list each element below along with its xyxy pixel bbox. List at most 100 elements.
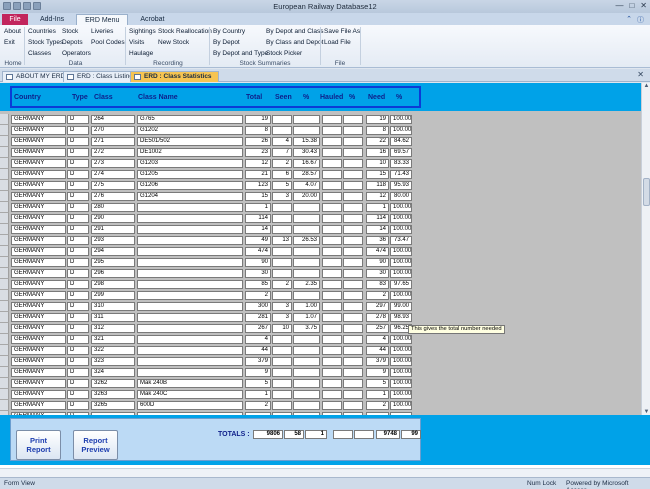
record-selector[interactable] [0, 158, 9, 169]
cell-seen[interactable] [272, 357, 292, 366]
cell-class-name[interactable] [137, 247, 243, 256]
cell-seen[interactable] [272, 368, 292, 377]
cell-need-pct[interactable]: 100.00 [390, 126, 412, 135]
scroll-thumb[interactable] [643, 178, 650, 206]
cell-need-pct[interactable]: 80.00 [390, 192, 412, 201]
cell-seen[interactable] [272, 214, 292, 223]
cell-country[interactable]: GERMANY [11, 225, 66, 234]
cell-class-name[interactable] [137, 269, 243, 278]
cell-class[interactable]: 290 [91, 214, 135, 223]
cell-country[interactable]: GERMANY [11, 357, 66, 366]
horizontal-scrollbar[interactable] [0, 468, 650, 477]
cell-type[interactable]: D [67, 170, 89, 179]
cell-total[interactable]: 21 [245, 170, 271, 179]
cell-hauled[interactable] [322, 401, 342, 410]
cell-seen[interactable]: 5 [272, 181, 292, 190]
cell-total[interactable]: 2 [245, 291, 271, 300]
cell-need[interactable]: 90 [366, 258, 389, 267]
cell-seen-pct[interactable] [293, 225, 320, 234]
cell-hauled-pct[interactable] [343, 247, 363, 256]
cell-need-pct[interactable]: 100.00 [390, 335, 412, 344]
cell-hauled[interactable] [322, 236, 342, 245]
cell-class-name[interactable] [137, 214, 243, 223]
cell-class-name[interactable]: DE1002 [137, 148, 243, 157]
cell-hauled[interactable] [322, 302, 342, 311]
cell-country[interactable]: GERMANY [11, 291, 66, 300]
cell-hauled[interactable] [322, 269, 342, 278]
cell-type[interactable]: D [67, 269, 89, 278]
doc-tab-class-listing[interactable]: ERD : Class Listing [63, 71, 140, 82]
cell-type[interactable]: D [67, 203, 89, 212]
cell-country[interactable]: GERMANY [11, 247, 66, 256]
record-selector[interactable] [0, 180, 9, 191]
cell-hauled[interactable] [322, 159, 342, 168]
cell-need-pct[interactable]: 97.65 [390, 280, 412, 289]
record-selector[interactable] [0, 114, 9, 125]
cell-seen-pct[interactable] [293, 269, 320, 278]
cell-class-name[interactable] [137, 357, 243, 366]
cell-class-name[interactable] [137, 291, 243, 300]
cell-hauled-pct[interactable] [343, 137, 363, 146]
cell-need[interactable]: 1 [366, 203, 389, 212]
cell-total[interactable]: 85 [245, 280, 271, 289]
cell-country[interactable]: GERMANY [11, 236, 66, 245]
record-selector[interactable] [0, 257, 9, 268]
cell-hauled[interactable] [322, 137, 342, 146]
cell-need-pct[interactable]: 100.00 [390, 291, 412, 300]
cell-need[interactable]: 297 [366, 302, 389, 311]
by-country-button[interactable]: By Country [213, 28, 245, 35]
record-selector[interactable] [0, 125, 9, 136]
cell-seen-pct[interactable]: 3.75 [293, 324, 320, 333]
tab-erd-menu[interactable]: ERD Menu [76, 14, 129, 25]
cell-need[interactable]: 474 [366, 247, 389, 256]
cell-seen[interactable] [272, 401, 292, 410]
cell-seen[interactable]: 3 [272, 192, 292, 201]
cell-hauled[interactable] [322, 335, 342, 344]
cell-class[interactable]: 264 [91, 115, 135, 124]
cell-seen-pct[interactable] [293, 126, 320, 135]
cell-need-pct[interactable]: 100.00 [390, 401, 412, 410]
cell-country[interactable]: GERMANY [11, 214, 66, 223]
cell-class[interactable]: 298 [91, 280, 135, 289]
doc-tab-class-statistics[interactable]: ERD : Class Statistics [130, 71, 219, 82]
cell-hauled-pct[interactable] [343, 401, 363, 410]
record-selector[interactable] [0, 356, 9, 367]
cell-total[interactable]: 281 [245, 313, 271, 322]
cell-hauled-pct[interactable] [343, 313, 363, 322]
record-selector[interactable] [0, 279, 9, 290]
load-file-button[interactable]: Load File [324, 39, 351, 46]
tab-add-ins[interactable]: Add-Ins [32, 14, 72, 25]
cell-type[interactable]: D [67, 324, 89, 333]
cell-hauled-pct[interactable] [343, 225, 363, 234]
cell-total[interactable]: 49 [245, 236, 271, 245]
cell-country[interactable]: GERMANY [11, 159, 66, 168]
cell-need-pct[interactable]: 100.00 [390, 225, 412, 234]
cell-type[interactable]: D [67, 291, 89, 300]
about-button[interactable]: About [4, 28, 21, 35]
stock-button[interactable]: Stock [62, 28, 78, 35]
cell-country[interactable]: GERMANY [11, 346, 66, 355]
cell-hauled[interactable] [322, 192, 342, 201]
record-selector[interactable] [0, 202, 9, 213]
scroll-up-icon[interactable]: ▲ [642, 83, 650, 89]
cell-type[interactable]: D [67, 390, 89, 399]
cell-seen[interactable] [272, 203, 292, 212]
cell-need-pct[interactable]: 100.00 [390, 357, 412, 366]
record-selector[interactable] [0, 290, 9, 301]
cell-class-name[interactable] [137, 368, 243, 377]
new-stock-button[interactable]: New Stock [158, 39, 189, 46]
by-depot-and-type-button[interactable]: By Depot and Type [213, 50, 268, 57]
cell-class-name[interactable] [137, 280, 243, 289]
cell-need[interactable]: 2 [366, 291, 389, 300]
cell-country[interactable]: GERMANY [11, 258, 66, 267]
record-selector[interactable] [0, 345, 9, 356]
cell-class[interactable]: 273 [91, 159, 135, 168]
close-icon[interactable]: ✕ [640, 1, 647, 11]
cell-hauled[interactable] [322, 368, 342, 377]
cell-hauled-pct[interactable] [343, 181, 363, 190]
cell-hauled-pct[interactable] [343, 368, 363, 377]
cell-total[interactable]: 4 [245, 335, 271, 344]
cell-hauled-pct[interactable] [343, 148, 363, 157]
cell-seen[interactable] [272, 269, 292, 278]
cell-class-name[interactable]: G1203 [137, 159, 243, 168]
